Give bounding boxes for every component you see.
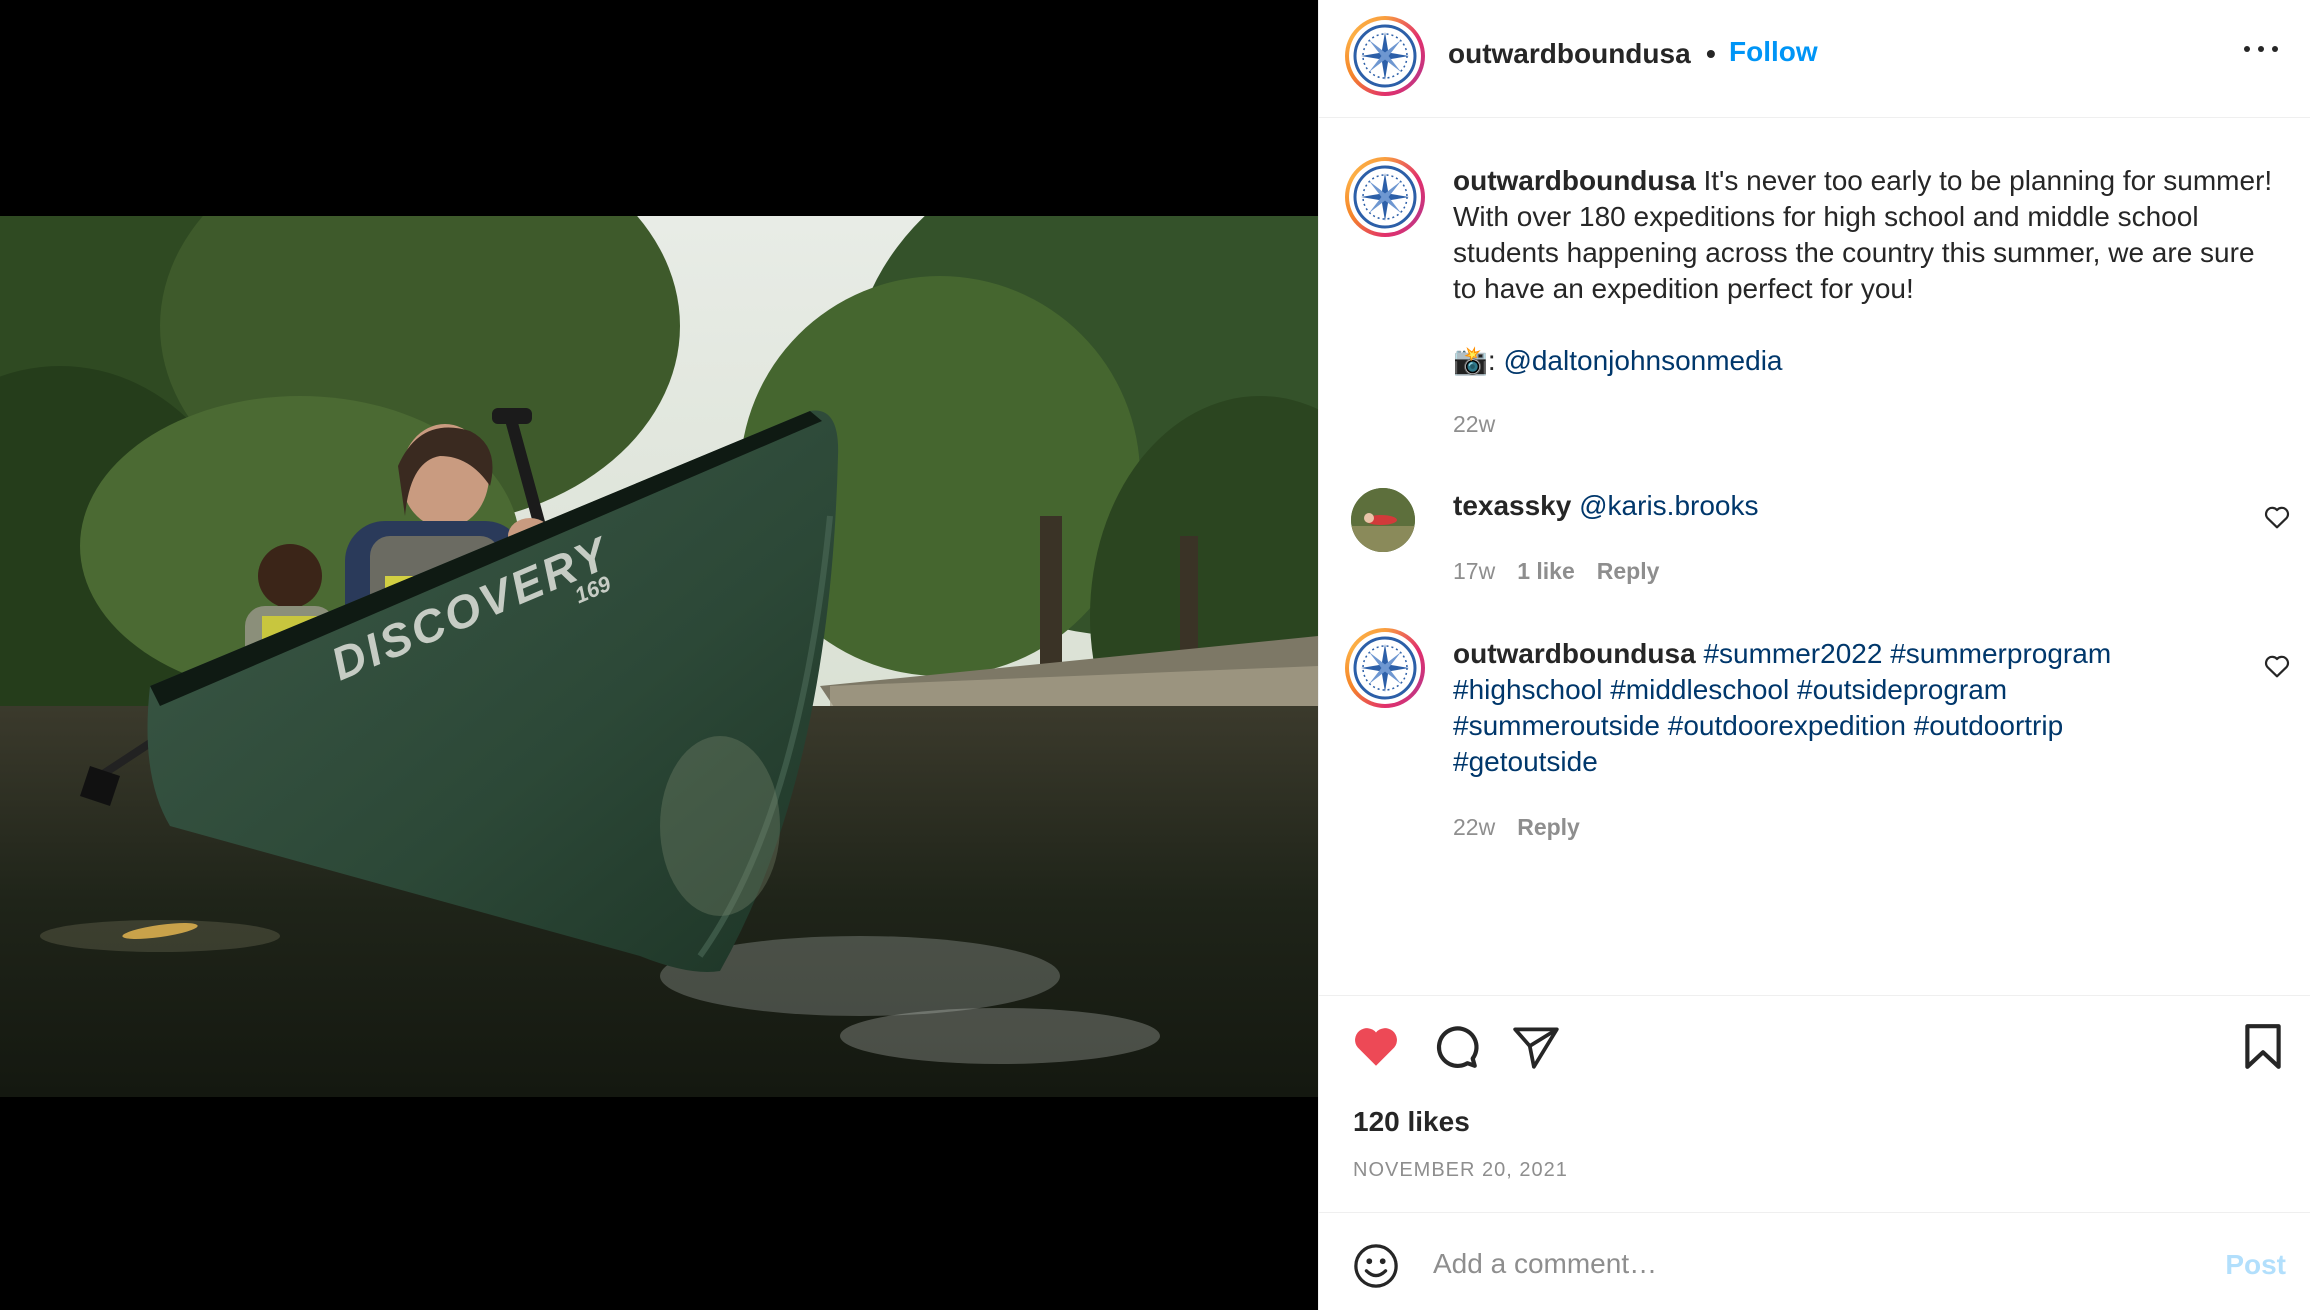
comment-meta: 22w Reply bbox=[1453, 814, 1580, 841]
commenter-avatar[interactable] bbox=[1351, 488, 1415, 552]
like-heart-icon[interactable] bbox=[1351, 1021, 1401, 1071]
post-photo[interactable]: DISCOVERY 169 bbox=[0, 216, 1318, 1097]
author-username[interactable]: outwardboundusa bbox=[1448, 38, 1691, 70]
separator-dot: • bbox=[1706, 38, 1716, 69]
follow-button[interactable]: Follow bbox=[1729, 36, 1818, 68]
hashtags-line-3[interactable]: #summeroutside #outdoorexpedition #outdo… bbox=[1453, 710, 2063, 741]
caption-avatar[interactable] bbox=[1345, 157, 1425, 237]
compass-logo-icon bbox=[1353, 165, 1417, 229]
compass-logo-icon bbox=[1353, 636, 1417, 700]
reply-button[interactable]: Reply bbox=[1517, 814, 1580, 841]
credit-mention-link[interactable]: @daltonjohnsonmedia bbox=[1503, 345, 1782, 376]
camera-emoji: 📸: bbox=[1453, 345, 1496, 376]
heart-outline-icon[interactable] bbox=[2264, 654, 2290, 678]
post-media[interactable]: DISCOVERY 169 bbox=[0, 0, 1318, 1310]
comment-bubble-icon[interactable] bbox=[1431, 1021, 1481, 1071]
reply-button[interactable]: Reply bbox=[1597, 558, 1660, 585]
likes-count[interactable]: 120 likes bbox=[1353, 1106, 1470, 1138]
caption-meta: 22w bbox=[1453, 411, 1495, 438]
emoji-smiley-icon[interactable] bbox=[1353, 1243, 1399, 1289]
heart-outline-icon[interactable] bbox=[2264, 505, 2290, 529]
hashtags-line-4[interactable]: #getoutside bbox=[1453, 746, 1598, 777]
comment-age[interactable]: 17w bbox=[1453, 558, 1495, 585]
comment-meta: 17w 1 like Reply bbox=[1453, 558, 1659, 585]
caption-username[interactable]: outwardboundusa bbox=[1453, 165, 1696, 196]
comment-likes[interactable]: 1 like bbox=[1517, 558, 1575, 585]
comment-text: texassky @karis.brooks bbox=[1453, 488, 2273, 524]
commenter-avatar[interactable] bbox=[1345, 628, 1425, 708]
comment-mention-link[interactable]: @karis.brooks bbox=[1579, 490, 1758, 521]
hashtags-line-2[interactable]: #highschool #middleschool #outsideprogra… bbox=[1453, 674, 2007, 705]
post-actions: 120 likes NOVEMBER 20, 2021 bbox=[1319, 995, 2310, 1212]
caption-age[interactable]: 22w bbox=[1453, 411, 1495, 438]
avatar-photo bbox=[1351, 488, 1415, 552]
photo-credit: 📸: @daltonjohnsonmedia bbox=[1453, 343, 2273, 379]
post-date[interactable]: NOVEMBER 20, 2021 bbox=[1353, 1159, 1568, 1182]
comment-input[interactable] bbox=[1431, 1235, 2135, 1293]
comment-username[interactable]: texassky bbox=[1453, 490, 1571, 521]
bookmark-icon[interactable] bbox=[2238, 1021, 2288, 1071]
share-send-icon[interactable] bbox=[1511, 1021, 1561, 1071]
compass-logo-icon bbox=[1353, 24, 1417, 88]
post-detail-panel: outwardboundusa • Follow outwardboundusa bbox=[1318, 0, 2310, 1310]
caption-text: outwardboundusa It's never too early to … bbox=[1453, 163, 2273, 307]
comment-text: outwardboundusa #summer2022 #summerprogr… bbox=[1453, 636, 2273, 780]
comment-username[interactable]: outwardboundusa bbox=[1453, 638, 1696, 669]
comment-age[interactable]: 22w bbox=[1453, 814, 1495, 841]
add-comment-bar: Post bbox=[1319, 1212, 2310, 1311]
author-avatar[interactable] bbox=[1345, 16, 1425, 96]
hashtags-line-1[interactable]: #summer2022 #summerprogram bbox=[1703, 638, 2111, 669]
more-options-icon[interactable] bbox=[2244, 40, 2280, 56]
post-header: outwardboundusa • Follow bbox=[1319, 0, 2310, 118]
post-comment-button[interactable]: Post bbox=[2225, 1249, 2286, 1281]
